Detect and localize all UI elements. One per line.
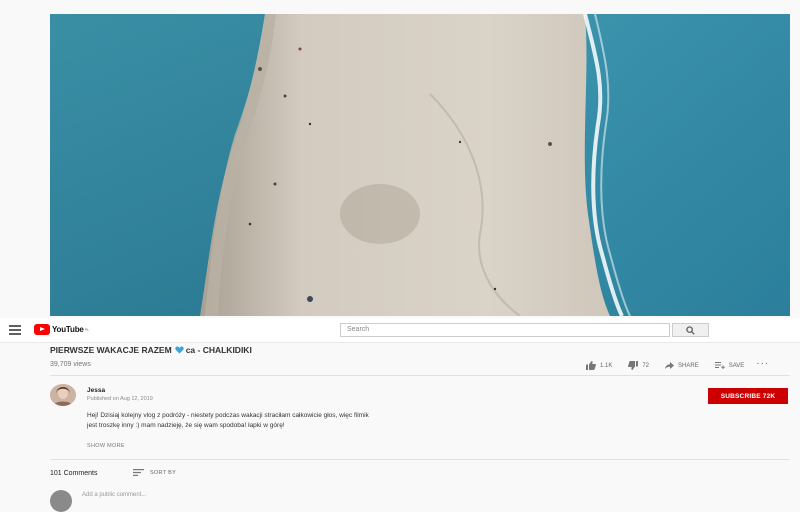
subscribe-button[interactable]: SUBSCRIBE 72K xyxy=(708,388,788,404)
sort-label: SORT BY xyxy=(150,469,177,476)
avatar-image xyxy=(50,384,76,406)
share-button[interactable]: SHARE xyxy=(665,362,699,369)
heart-icon xyxy=(174,346,184,354)
view-count: 39,709 views xyxy=(50,361,91,368)
video-title-part1: PIERWSZE WAKACJE RAZEM xyxy=(50,345,172,355)
logo-country-code: PL xyxy=(84,327,90,332)
masthead: YouTube PL Search xyxy=(0,318,800,343)
logo-text: YouTube xyxy=(52,325,84,334)
dislike-count: 72 xyxy=(642,362,650,369)
search-icon xyxy=(686,326,695,335)
comments-count: 101 Comments xyxy=(50,470,98,477)
dislike-icon xyxy=(628,361,639,370)
dislike-button[interactable]: 72 xyxy=(628,361,649,370)
video-title-part2: ca - CHALKIDIKI xyxy=(185,345,252,355)
share-label: SHARE xyxy=(678,362,699,369)
user-avatar xyxy=(50,490,72,512)
publish-date: Published on Aug 12, 2019 xyxy=(87,396,153,402)
video-frame xyxy=(50,14,790,316)
avatar[interactable] xyxy=(50,384,76,406)
sort-icon xyxy=(133,469,144,476)
like-count: 1.1K xyxy=(600,362,613,369)
search-input[interactable]: Search xyxy=(340,323,670,337)
youtube-logo[interactable]: YouTube PL xyxy=(34,324,90,335)
sort-by-button[interactable]: SORT BY xyxy=(133,469,176,476)
menu-icon[interactable] xyxy=(9,325,21,335)
video-player[interactable] xyxy=(50,14,790,316)
channel-name[interactable]: Jessa xyxy=(87,387,105,394)
video-description: Hej! Dzisiaj kolejny vlog z podróży - ni… xyxy=(87,411,507,431)
like-button[interactable]: 1.1K xyxy=(586,361,612,370)
divider xyxy=(50,375,790,376)
save-icon xyxy=(714,362,725,369)
youtube-logo-icon xyxy=(34,324,50,335)
search-placeholder: Search xyxy=(347,326,370,333)
more-icon[interactable]: ··· xyxy=(756,358,769,369)
save-label: SAVE xyxy=(728,362,745,369)
video-actions: 1.1K 72 SHARE SAVE ··· xyxy=(586,358,769,370)
save-button[interactable]: SAVE xyxy=(714,362,745,369)
description-line: Hej! Dzisiaj kolejny vlog z podróży - ni… xyxy=(87,412,369,419)
comment-input[interactable]: Add a public comment... xyxy=(82,492,146,498)
share-icon xyxy=(665,362,675,369)
show-more-button[interactable]: SHOW MORE xyxy=(87,443,125,449)
description-line: jest troszkę inny :) mam nadzieję, że si… xyxy=(87,422,285,429)
like-icon xyxy=(586,361,596,370)
video-title: PIERWSZE WAKACJE RAZEM ca - CHALKIDIKI xyxy=(50,345,252,355)
divider xyxy=(50,459,790,460)
search-button[interactable] xyxy=(672,323,709,337)
